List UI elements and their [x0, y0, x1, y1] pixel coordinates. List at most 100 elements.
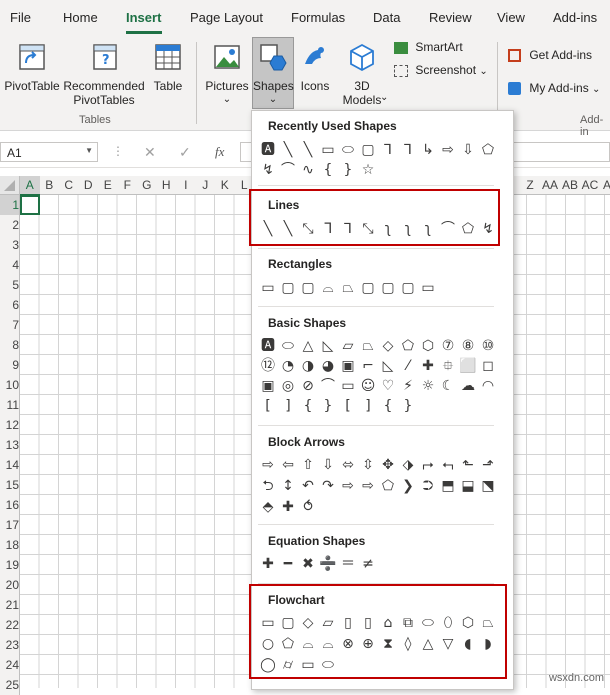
- recent-shape-icon[interactable]: {: [318, 161, 338, 179]
- block-arrow-shape-icon[interactable]: ↷: [318, 477, 338, 495]
- basic-shape-icon[interactable]: ◻: [478, 357, 498, 375]
- rectangle-shape-icon[interactable]: ▢: [358, 279, 378, 297]
- recent-shape-icon[interactable]: ╲: [298, 141, 318, 159]
- row-header-1[interactable]: 1: [0, 195, 20, 215]
- row-header-7[interactable]: 7: [0, 315, 20, 335]
- select-all-corner[interactable]: [0, 176, 20, 194]
- row-header-9[interactable]: 9: [0, 355, 20, 375]
- column-header-aa[interactable]: AA: [540, 176, 560, 195]
- recent-shape-icon[interactable]: 🅰: [258, 141, 278, 159]
- basic-shape-icon[interactable]: △: [298, 337, 318, 355]
- block-arrow-shape-icon[interactable]: ⮣: [418, 456, 438, 474]
- recent-shape-icon[interactable]: ⇨: [438, 141, 458, 159]
- recent-shape-icon[interactable]: ⅂: [378, 141, 398, 159]
- block-arrow-shape-icon[interactable]: ⬄: [338, 456, 358, 474]
- basic-shape-icon[interactable]: {: [378, 397, 398, 415]
- equation-shape-icon[interactable]: ➗: [318, 555, 338, 573]
- basic-shape-icon[interactable]: ⑧: [458, 337, 478, 355]
- row-header-14[interactable]: 14: [0, 455, 20, 475]
- basic-shape-icon[interactable]: ◺: [318, 337, 338, 355]
- table-button[interactable]: Table: [150, 42, 186, 93]
- row-header-23[interactable]: 23: [0, 635, 20, 655]
- row-header-17[interactable]: 17: [0, 515, 20, 535]
- column-header-d[interactable]: D: [78, 176, 98, 195]
- tab-file[interactable]: File: [10, 10, 31, 25]
- basic-shape-icon[interactable]: 🅰: [258, 337, 278, 355]
- block-arrow-shape-icon[interactable]: ⮢: [438, 456, 458, 474]
- tab-formulas[interactable]: Formulas: [291, 10, 345, 25]
- column-header-j[interactable]: J: [195, 176, 215, 195]
- my-add-ins-button[interactable]: My Add-ins ⌄: [508, 81, 600, 96]
- recent-shape-icon[interactable]: ⇩: [458, 141, 478, 159]
- row-header-6[interactable]: 6: [0, 295, 20, 315]
- recent-shape-icon[interactable]: ☆: [358, 161, 378, 179]
- equation-shape-icon[interactable]: ✖: [298, 555, 318, 573]
- basic-shape-icon[interactable]: ◕: [318, 357, 338, 375]
- row-header-25[interactable]: 25: [0, 675, 20, 695]
- column-header-c[interactable]: C: [59, 176, 79, 195]
- recent-shape-icon[interactable]: }: [338, 161, 358, 179]
- basic-shape-icon[interactable]: ✚: [418, 357, 438, 375]
- block-arrow-shape-icon[interactable]: ⬘: [258, 498, 278, 516]
- column-header-b[interactable]: B: [39, 176, 59, 195]
- basic-shape-icon[interactable]: ☁: [458, 377, 478, 395]
- block-arrow-shape-icon[interactable]: ⇳: [358, 456, 378, 474]
- basic-shape-icon[interactable]: ⊘: [298, 377, 318, 395]
- recent-shape-icon[interactable]: ↳: [418, 141, 438, 159]
- rectangle-shape-icon[interactable]: ▭: [418, 279, 438, 297]
- block-arrow-shape-icon[interactable]: ⬗: [398, 456, 418, 474]
- rectangle-shape-icon[interactable]: ⌓: [318, 279, 338, 297]
- basic-shape-icon[interactable]: ☾: [438, 377, 458, 395]
- block-arrow-shape-icon[interactable]: ⬠: [378, 477, 398, 495]
- basic-shape-icon[interactable]: ◺: [378, 357, 398, 375]
- block-arrow-shape-icon[interactable]: ⇨: [338, 477, 358, 495]
- basic-shape-icon[interactable]: ▭: [338, 377, 358, 395]
- block-arrow-shape-icon[interactable]: ✥: [378, 456, 398, 474]
- block-arrow-shape-icon[interactable]: ⥀: [298, 498, 318, 516]
- block-arrow-shape-icon[interactable]: ⬓: [458, 477, 478, 495]
- block-arrow-shape-icon[interactable]: ⇧: [298, 456, 318, 474]
- block-arrow-shape-icon[interactable]: ⮊: [418, 477, 438, 495]
- recent-shape-icon[interactable]: ⬭: [338, 141, 358, 159]
- basic-shape-icon[interactable]: ⑫: [258, 357, 278, 375]
- screenshot-button[interactable]: Screenshot ⌄: [394, 63, 488, 79]
- rectangle-shape-icon[interactable]: ▢: [298, 279, 318, 297]
- row-header-13[interactable]: 13: [0, 435, 20, 455]
- recent-shape-icon[interactable]: ∿: [298, 161, 318, 179]
- basic-shape-icon[interactable]: ⑩: [478, 337, 498, 355]
- column-header-e[interactable]: E: [98, 176, 118, 195]
- block-arrow-shape-icon[interactable]: ⮌: [258, 477, 278, 495]
- column-header-k[interactable]: K: [215, 176, 235, 195]
- row-header-4[interactable]: 4: [0, 255, 20, 275]
- basic-shape-icon[interactable]: ☼: [418, 377, 438, 395]
- column-header-ab[interactable]: AB: [560, 176, 580, 195]
- basic-shape-icon[interactable]: ◎: [278, 377, 298, 395]
- row-header-2[interactable]: 2: [0, 215, 20, 235]
- enter-icon[interactable]: ✓: [179, 144, 191, 161]
- row-header-5[interactable]: 5: [0, 275, 20, 295]
- block-arrow-shape-icon[interactable]: ⬒: [438, 477, 458, 495]
- name-box[interactable]: A1 ▼: [0, 142, 98, 162]
- basic-shape-icon[interactable]: ◔: [278, 357, 298, 375]
- basic-shape-icon[interactable]: ⁄: [398, 357, 418, 375]
- row-header-3[interactable]: 3: [0, 235, 20, 255]
- recent-shape-icon[interactable]: ╲: [278, 141, 298, 159]
- basic-shape-icon[interactable]: ⑦: [438, 337, 458, 355]
- recent-shape-icon[interactable]: ▢: [358, 141, 378, 159]
- basic-shape-icon[interactable]: }: [398, 397, 418, 415]
- basic-shape-icon[interactable]: ▣: [338, 357, 358, 375]
- pictures-button[interactable]: Pictures ⌄: [203, 42, 251, 107]
- basic-shape-icon[interactable]: ⏢: [358, 337, 378, 355]
- active-cell-a1[interactable]: [20, 195, 40, 215]
- block-arrow-shape-icon[interactable]: ⬔: [478, 477, 498, 495]
- basic-shape-icon[interactable]: ⚡: [398, 377, 418, 395]
- basic-shape-icon[interactable]: ▱: [338, 337, 358, 355]
- column-header-ac[interactable]: AC: [580, 176, 600, 195]
- tab-insert[interactable]: Insert: [126, 10, 161, 25]
- recent-shape-icon[interactable]: ↯: [258, 161, 278, 179]
- row-header-20[interactable]: 20: [0, 575, 20, 595]
- basic-shape-icon[interactable]: ]: [278, 397, 298, 415]
- basic-shape-icon[interactable]: }: [318, 397, 338, 415]
- tab-data[interactable]: Data: [373, 10, 400, 25]
- row-header-18[interactable]: 18: [0, 535, 20, 555]
